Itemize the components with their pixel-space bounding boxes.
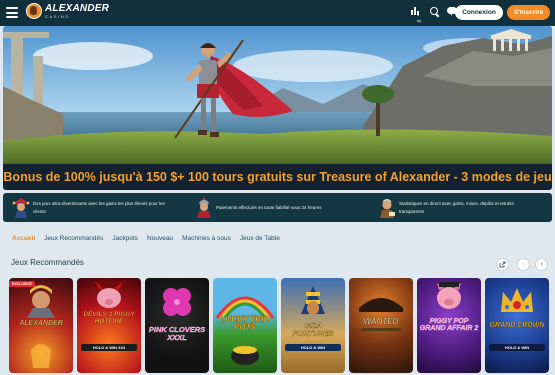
game-card[interactable]: PINK CLOVERS XXXL: [145, 278, 209, 373]
top-navigation-bar: ALEXANDER CASINO + dy Connexion S'inscri…: [0, 0, 555, 26]
scholar-icon: [380, 199, 395, 218]
hamburger-menu-icon[interactable]: [6, 7, 18, 18]
signup-button[interactable]: S'inscrire: [507, 5, 550, 20]
game-card[interactable]: EXCLUSIVE ALEXANDER: [9, 278, 73, 373]
features-strip: Des jeux ultra-divertissants avec les ga…: [3, 193, 552, 222]
game-title: LUCKY TRIO POTS: [220, 315, 270, 332]
games-carousel: EXCLUSIVE ALEXANDER DEVILS 3 PIGGY HOTFI…: [9, 278, 550, 373]
game-title: ALEXANDER: [19, 320, 63, 327]
tab-jackpots[interactable]: Jackpots: [112, 235, 138, 242]
casino-logo[interactable]: ALEXANDER CASINO: [26, 3, 109, 19]
logo-emblem-icon: [26, 3, 42, 19]
login-button[interactable]: Connexion: [455, 5, 503, 20]
see-all-button[interactable]: [496, 258, 509, 271]
tab-recommended-games[interactable]: Jeux Recommandés: [44, 235, 103, 242]
game-card[interactable]: PIGGY POP GRAND AFFAIR 2: [417, 278, 481, 373]
feature-item: Statistiques en direct avec gains, mises…: [369, 193, 552, 222]
external-link-icon: [499, 261, 506, 268]
section-title: Jeux Recommandés: [11, 258, 84, 267]
game-title: GRAND CROWN: [489, 322, 545, 329]
hero-illustration: [3, 26, 552, 164]
carousel-next-button[interactable]: ›: [535, 258, 548, 271]
category-tabs: Accueil Jeux Recommandés Jackpots Nouvea…: [3, 229, 552, 247]
game-title: PIGGY POP GRAND AFFAIR 2: [419, 318, 479, 332]
game-card[interactable]: DEVILS 3 PIGGY HOTFIRE HOLD & WIN 3X3: [77, 278, 141, 373]
game-subtitle: HOLD & WIN 3X3: [81, 344, 137, 351]
game-title: GIZA FORTUNES: [292, 321, 334, 338]
feature-item: Paiements effectués en toute fiabilité s…: [186, 193, 369, 222]
warrior-icon: [197, 197, 211, 218]
live-stats-label: + dy: [417, 13, 422, 23]
game-card[interactable]: GIZA FORTUNES HOLD & WIN: [281, 278, 345, 373]
carousel-prev-button[interactable]: ‹: [517, 258, 530, 271]
hero-banner[interactable]: Bonus de 100% jusqu'à 150 $+ 100 tours g…: [3, 26, 552, 190]
exclusive-badge: EXCLUSIVE: [9, 281, 35, 287]
feature-text: Paiements effectués en toute fiabilité s…: [216, 204, 322, 210]
jester-icon: [12, 198, 30, 218]
game-subtitle: HOLD & WIN: [489, 344, 545, 351]
hero-promo-title: Bonus de 100% jusqu'à 150 $+ 100 tours g…: [3, 170, 552, 184]
tab-table-games[interactable]: Jeux de Table: [240, 235, 280, 242]
live-stats-icon[interactable]: + dy: [411, 6, 422, 23]
game-card[interactable]: LUCKY TRIO POTS: [213, 278, 277, 373]
game-card[interactable]: GRAND CROWN HOLD & WIN: [485, 278, 549, 373]
logo-name: ALEXANDER: [45, 2, 110, 14]
feature-item: Des jeux ultra-divertissants avec les ga…: [3, 193, 186, 222]
search-icon[interactable]: [429, 6, 440, 17]
game-title: PINK CLOVERS XXXL: [148, 325, 206, 342]
chevron-right-icon: ›: [540, 261, 543, 268]
game-title: WANTED: [363, 317, 399, 326]
logo-subtitle: CASINO: [45, 13, 70, 19]
feature-text: Statistiques en direct avec gains, mises…: [399, 201, 514, 214]
tab-new[interactable]: Nouveau: [147, 235, 173, 242]
chevron-left-icon: ‹: [522, 261, 525, 268]
feature-text: Des jeux ultra-divertissants avec les ga…: [33, 201, 165, 214]
tab-home[interactable]: Accueil: [12, 235, 35, 242]
game-card[interactable]: WANTED: [349, 278, 413, 373]
game-title: DEVILS 3 PIGGY HOTFIRE: [83, 311, 135, 325]
hero-caption-bar: Bonus de 100% jusqu'à 150 $+ 100 tours g…: [3, 164, 552, 190]
tab-slot-machines[interactable]: Machines à sous: [182, 235, 231, 242]
game-art: [95, 281, 123, 308]
game-subtitle: HOLD & WIN: [285, 344, 341, 351]
